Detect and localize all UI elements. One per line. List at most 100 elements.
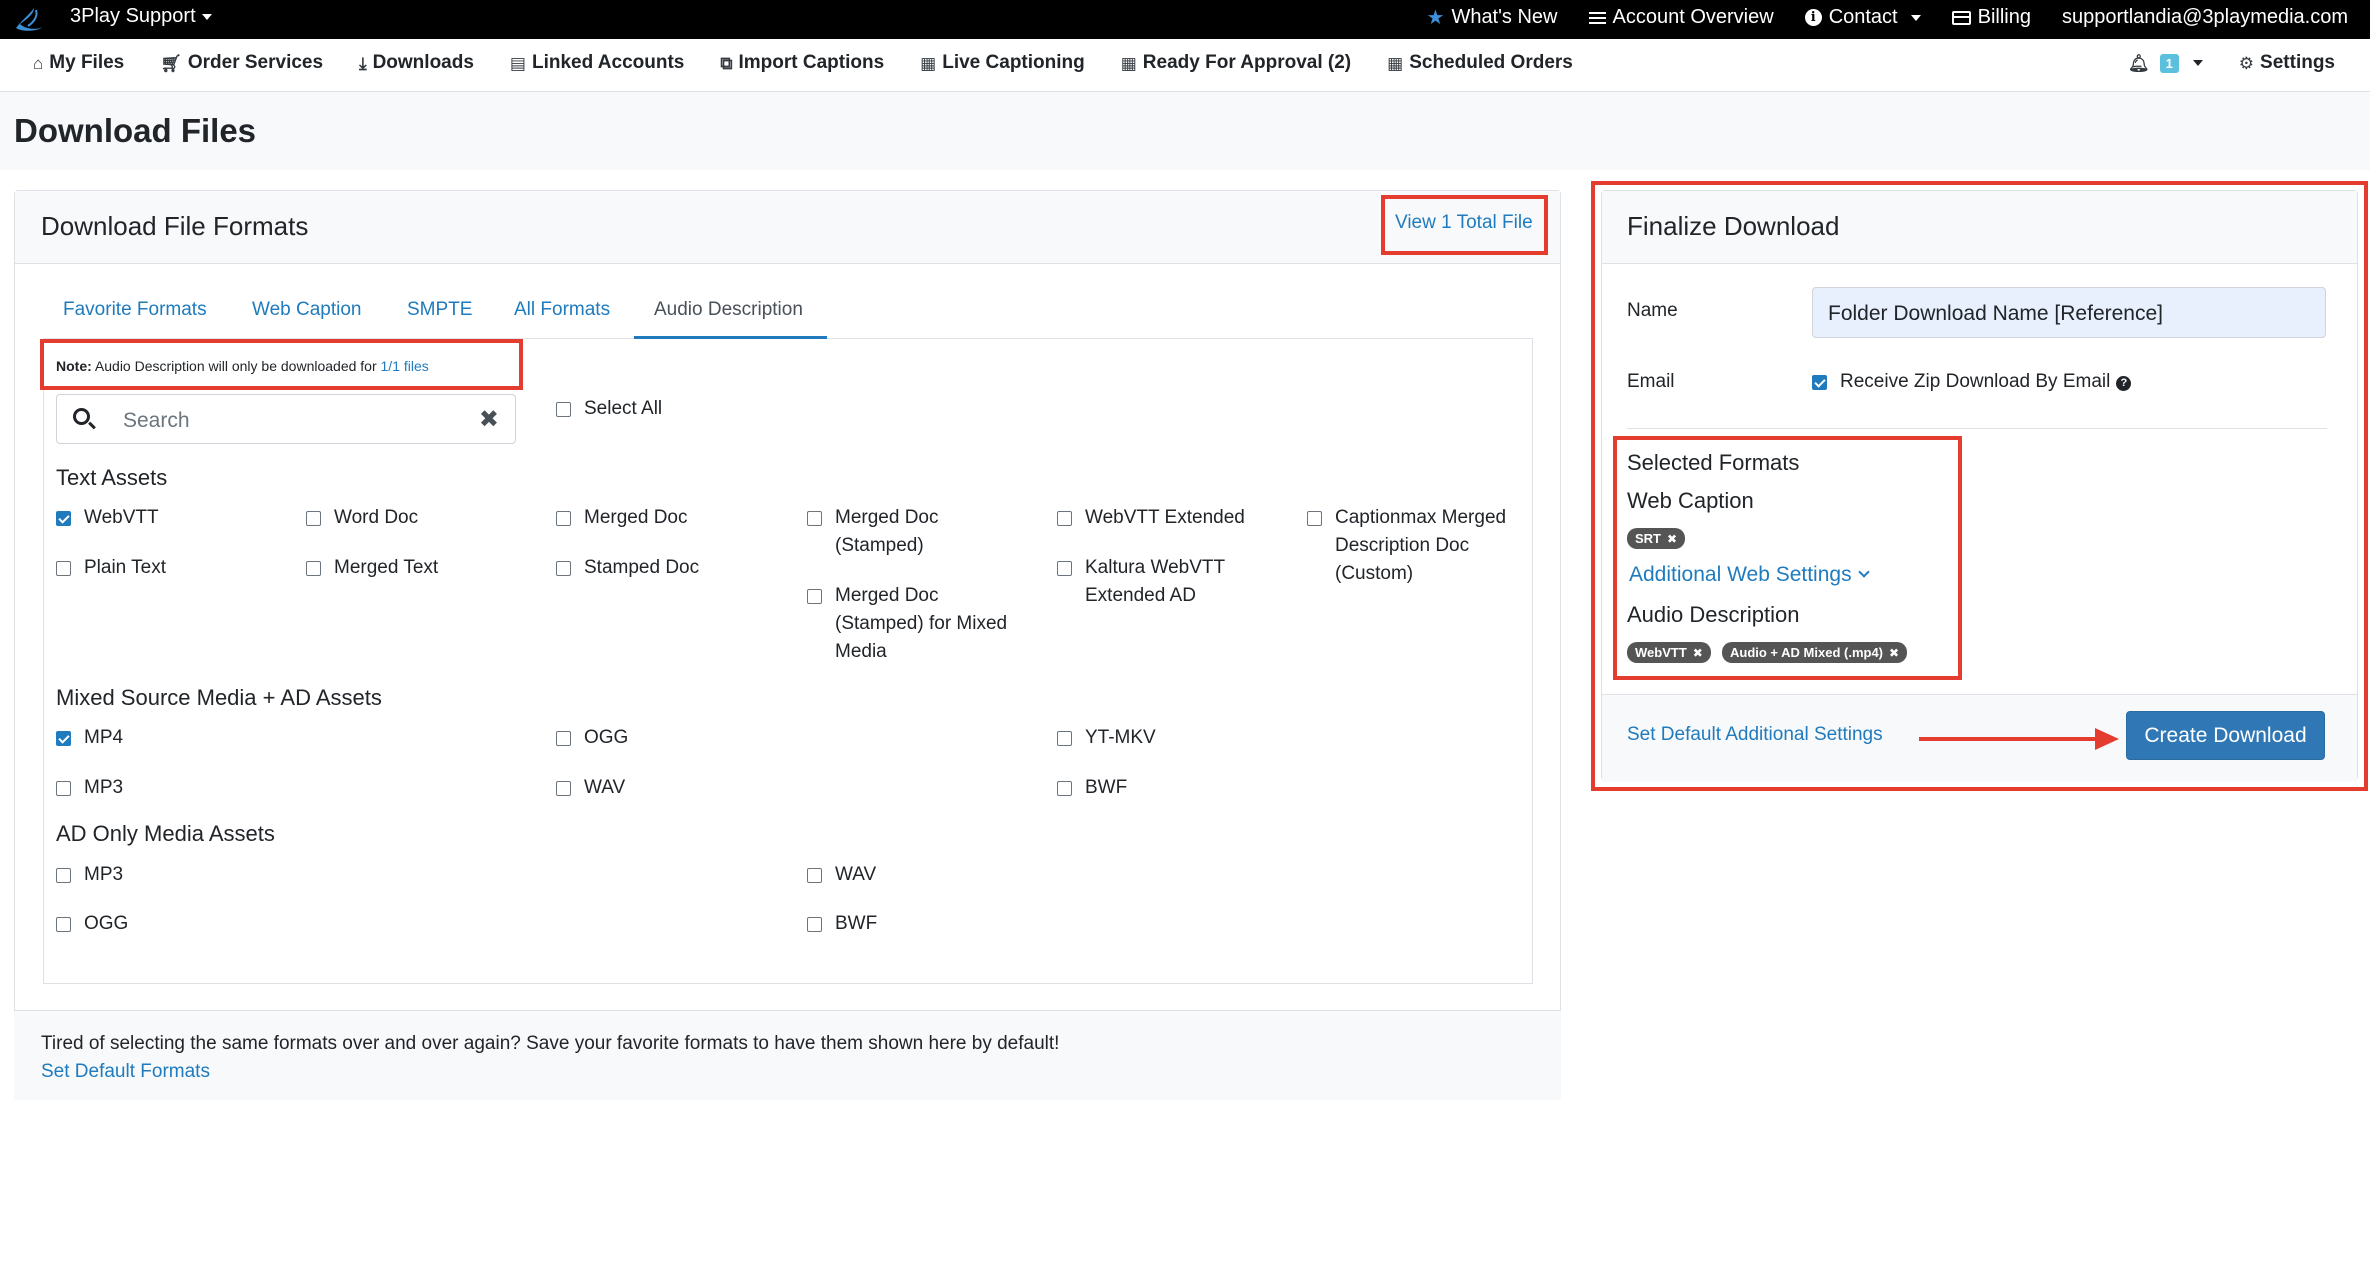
format-option[interactable]: Captionmax Merged Description Doc (Custo…: [1307, 504, 1506, 588]
nav-scheduled-orders[interactable]: ▦ Scheduled Orders: [1387, 52, 1573, 74]
checkbox[interactable]: [306, 511, 321, 526]
format-label: MP3: [84, 777, 124, 798]
format-option[interactable]: Stamped Doc: [556, 554, 699, 582]
format-option[interactable]: Word Doc: [306, 504, 418, 532]
set-default-additional-settings-link[interactable]: Set Default Additional Settings: [1627, 724, 1883, 746]
nav-my-files[interactable]: ⌂ My Files: [33, 52, 124, 74]
billing-link[interactable]: Billing: [1951, 5, 2031, 30]
format-label: WAV: [584, 777, 626, 798]
format-option[interactable]: BWF: [807, 910, 877, 938]
format-option[interactable]: Merged Doc (Stamped): [807, 504, 939, 560]
tab-favorite-formats[interactable]: Favorite Formats: [63, 299, 207, 321]
checkbox[interactable]: [556, 561, 571, 576]
view-total-files-link[interactable]: View 1 Total File: [1395, 212, 1533, 234]
contact-menu[interactable]: i Contact: [1804, 5, 1921, 30]
checkbox[interactable]: [807, 589, 822, 604]
account-overview-link[interactable]: Account Overview: [1588, 5, 1774, 30]
section-text-assets: Text Assets: [56, 465, 168, 490]
pill-label: SRT: [1635, 531, 1661, 546]
format-option[interactable]: WAV: [556, 774, 625, 802]
format-pill[interactable]: Audio + AD Mixed (.mp4) ✖: [1722, 642, 1908, 663]
format-option[interactable]: WebVTT Extended: [1057, 504, 1245, 532]
audio-description-note: Note: Audio Description will only be dow…: [56, 358, 429, 374]
tab-web-caption[interactable]: Web Caption: [252, 299, 362, 321]
checkbox[interactable]: [1057, 561, 1072, 576]
checkbox[interactable]: [1307, 511, 1322, 526]
nav-live-captioning[interactable]: ▦ Live Captioning: [920, 52, 1085, 74]
checkbox[interactable]: [807, 917, 822, 932]
note-files-link[interactable]: 1/1 files: [381, 358, 429, 374]
note-text: Audio Description will only be downloade…: [94, 358, 377, 374]
format-pill[interactable]: WebVTT ✖: [1627, 642, 1711, 663]
settings-label: Settings: [2260, 52, 2335, 73]
nav-ready-for-approval[interactable]: ▦ Ready For Approval (2): [1121, 52, 1351, 74]
formats-card-footer: Tired of selecting the same formats over…: [14, 1010, 1561, 1100]
format-option[interactable]: MP4: [56, 724, 123, 752]
nav-import-captions[interactable]: ⧉ Import Captions: [720, 52, 884, 74]
tab-audio-description[interactable]: Audio Description: [654, 299, 803, 321]
checkbox[interactable]: [807, 511, 822, 526]
note-label: Note:: [56, 358, 92, 374]
remove-icon[interactable]: ✖: [1667, 532, 1677, 546]
whats-new-link[interactable]: ★ What's New: [1427, 5, 1558, 30]
format-option[interactable]: Plain Text: [56, 554, 166, 582]
notifications-menu[interactable]: 🔔︎ 1: [2128, 53, 2203, 73]
checkbox[interactable]: [1057, 781, 1072, 796]
checkbox[interactable]: [56, 561, 71, 576]
format-option[interactable]: WebVTT: [56, 504, 159, 532]
checkbox[interactable]: [1812, 375, 1827, 390]
format-option[interactable]: WAV: [807, 861, 876, 889]
format-option[interactable]: Kaltura WebVTT Extended AD: [1057, 554, 1225, 610]
format-label: Merged Doc (Stamped) for Mixed Media: [835, 585, 1008, 662]
format-option[interactable]: BWF: [1057, 774, 1127, 802]
format-option[interactable]: Merged Doc (Stamped) for Mixed Media: [807, 582, 1007, 666]
whats-new-label: What's New: [1451, 6, 1558, 28]
checkbox[interactable]: [56, 868, 71, 883]
remove-icon[interactable]: ✖: [1889, 646, 1899, 660]
format-option[interactable]: Merged Text: [306, 554, 438, 582]
select-all-checkbox[interactable]: Select All: [556, 395, 662, 423]
tab-smpte[interactable]: SMPTE: [407, 299, 472, 321]
checkbox[interactable]: [306, 561, 321, 576]
chevron-down-icon: [2192, 60, 2203, 66]
format-option[interactable]: MP3: [56, 774, 123, 802]
additional-web-settings-toggle[interactable]: Additional Web Settings: [1629, 563, 1870, 587]
set-default-formats-link[interactable]: Set Default Formats: [41, 1061, 210, 1083]
create-download-button[interactable]: Create Download: [2126, 711, 2325, 760]
checkbox[interactable]: [556, 402, 571, 417]
checkbox[interactable]: [56, 781, 71, 796]
user-account-menu[interactable]: supportlandia@3playmedia.com: [2062, 5, 2348, 30]
checkbox[interactable]: [807, 868, 822, 883]
checkbox[interactable]: [56, 731, 71, 746]
format-option[interactable]: MP3: [56, 861, 123, 889]
remove-icon[interactable]: ✖: [1693, 646, 1703, 660]
checkbox[interactable]: [556, 731, 571, 746]
checkbox[interactable]: [56, 511, 71, 526]
email-option-label: Receive Zip Download By Email: [1840, 371, 2111, 392]
format-pill[interactable]: SRT ✖: [1627, 528, 1686, 549]
checkbox[interactable]: [1057, 731, 1072, 746]
format-label: Merged Doc: [584, 507, 688, 528]
format-search-input[interactable]: Search ✖: [56, 394, 516, 444]
receive-email-checkbox[interactable]: Receive Zip Download By Email?: [1812, 368, 2132, 396]
format-option[interactable]: OGG: [556, 724, 628, 752]
checkbox[interactable]: [556, 511, 571, 526]
checkbox[interactable]: [56, 917, 71, 932]
checkbox[interactable]: [1057, 511, 1072, 526]
nav-label: Scheduled Orders: [1409, 52, 1573, 73]
brand-menu[interactable]: 3Play Support: [70, 5, 212, 28]
nav-downloads[interactable]: ⤓ Downloads: [359, 52, 474, 74]
format-option[interactable]: OGG: [56, 910, 128, 938]
format-option[interactable]: YT-MKV: [1057, 724, 1156, 752]
help-icon[interactable]: ?: [2116, 375, 2132, 391]
nav-order-services[interactable]: 🛒︎ Order Services: [160, 52, 323, 74]
settings-link[interactable]: ⚙ Settings: [2239, 52, 2335, 74]
tab-all-formats[interactable]: All Formats: [514, 299, 610, 321]
checkbox[interactable]: [556, 781, 571, 796]
clear-search-icon[interactable]: ✖: [479, 405, 499, 434]
download-name-input[interactable]: Folder Download Name [Reference]: [1812, 287, 2326, 338]
3play-logo-icon[interactable]: [12, 4, 48, 34]
nav-linked-accounts[interactable]: ▤ Linked Accounts: [510, 52, 684, 74]
format-option[interactable]: Merged Doc: [556, 504, 688, 532]
arrow-head-icon: [2095, 728, 2119, 750]
